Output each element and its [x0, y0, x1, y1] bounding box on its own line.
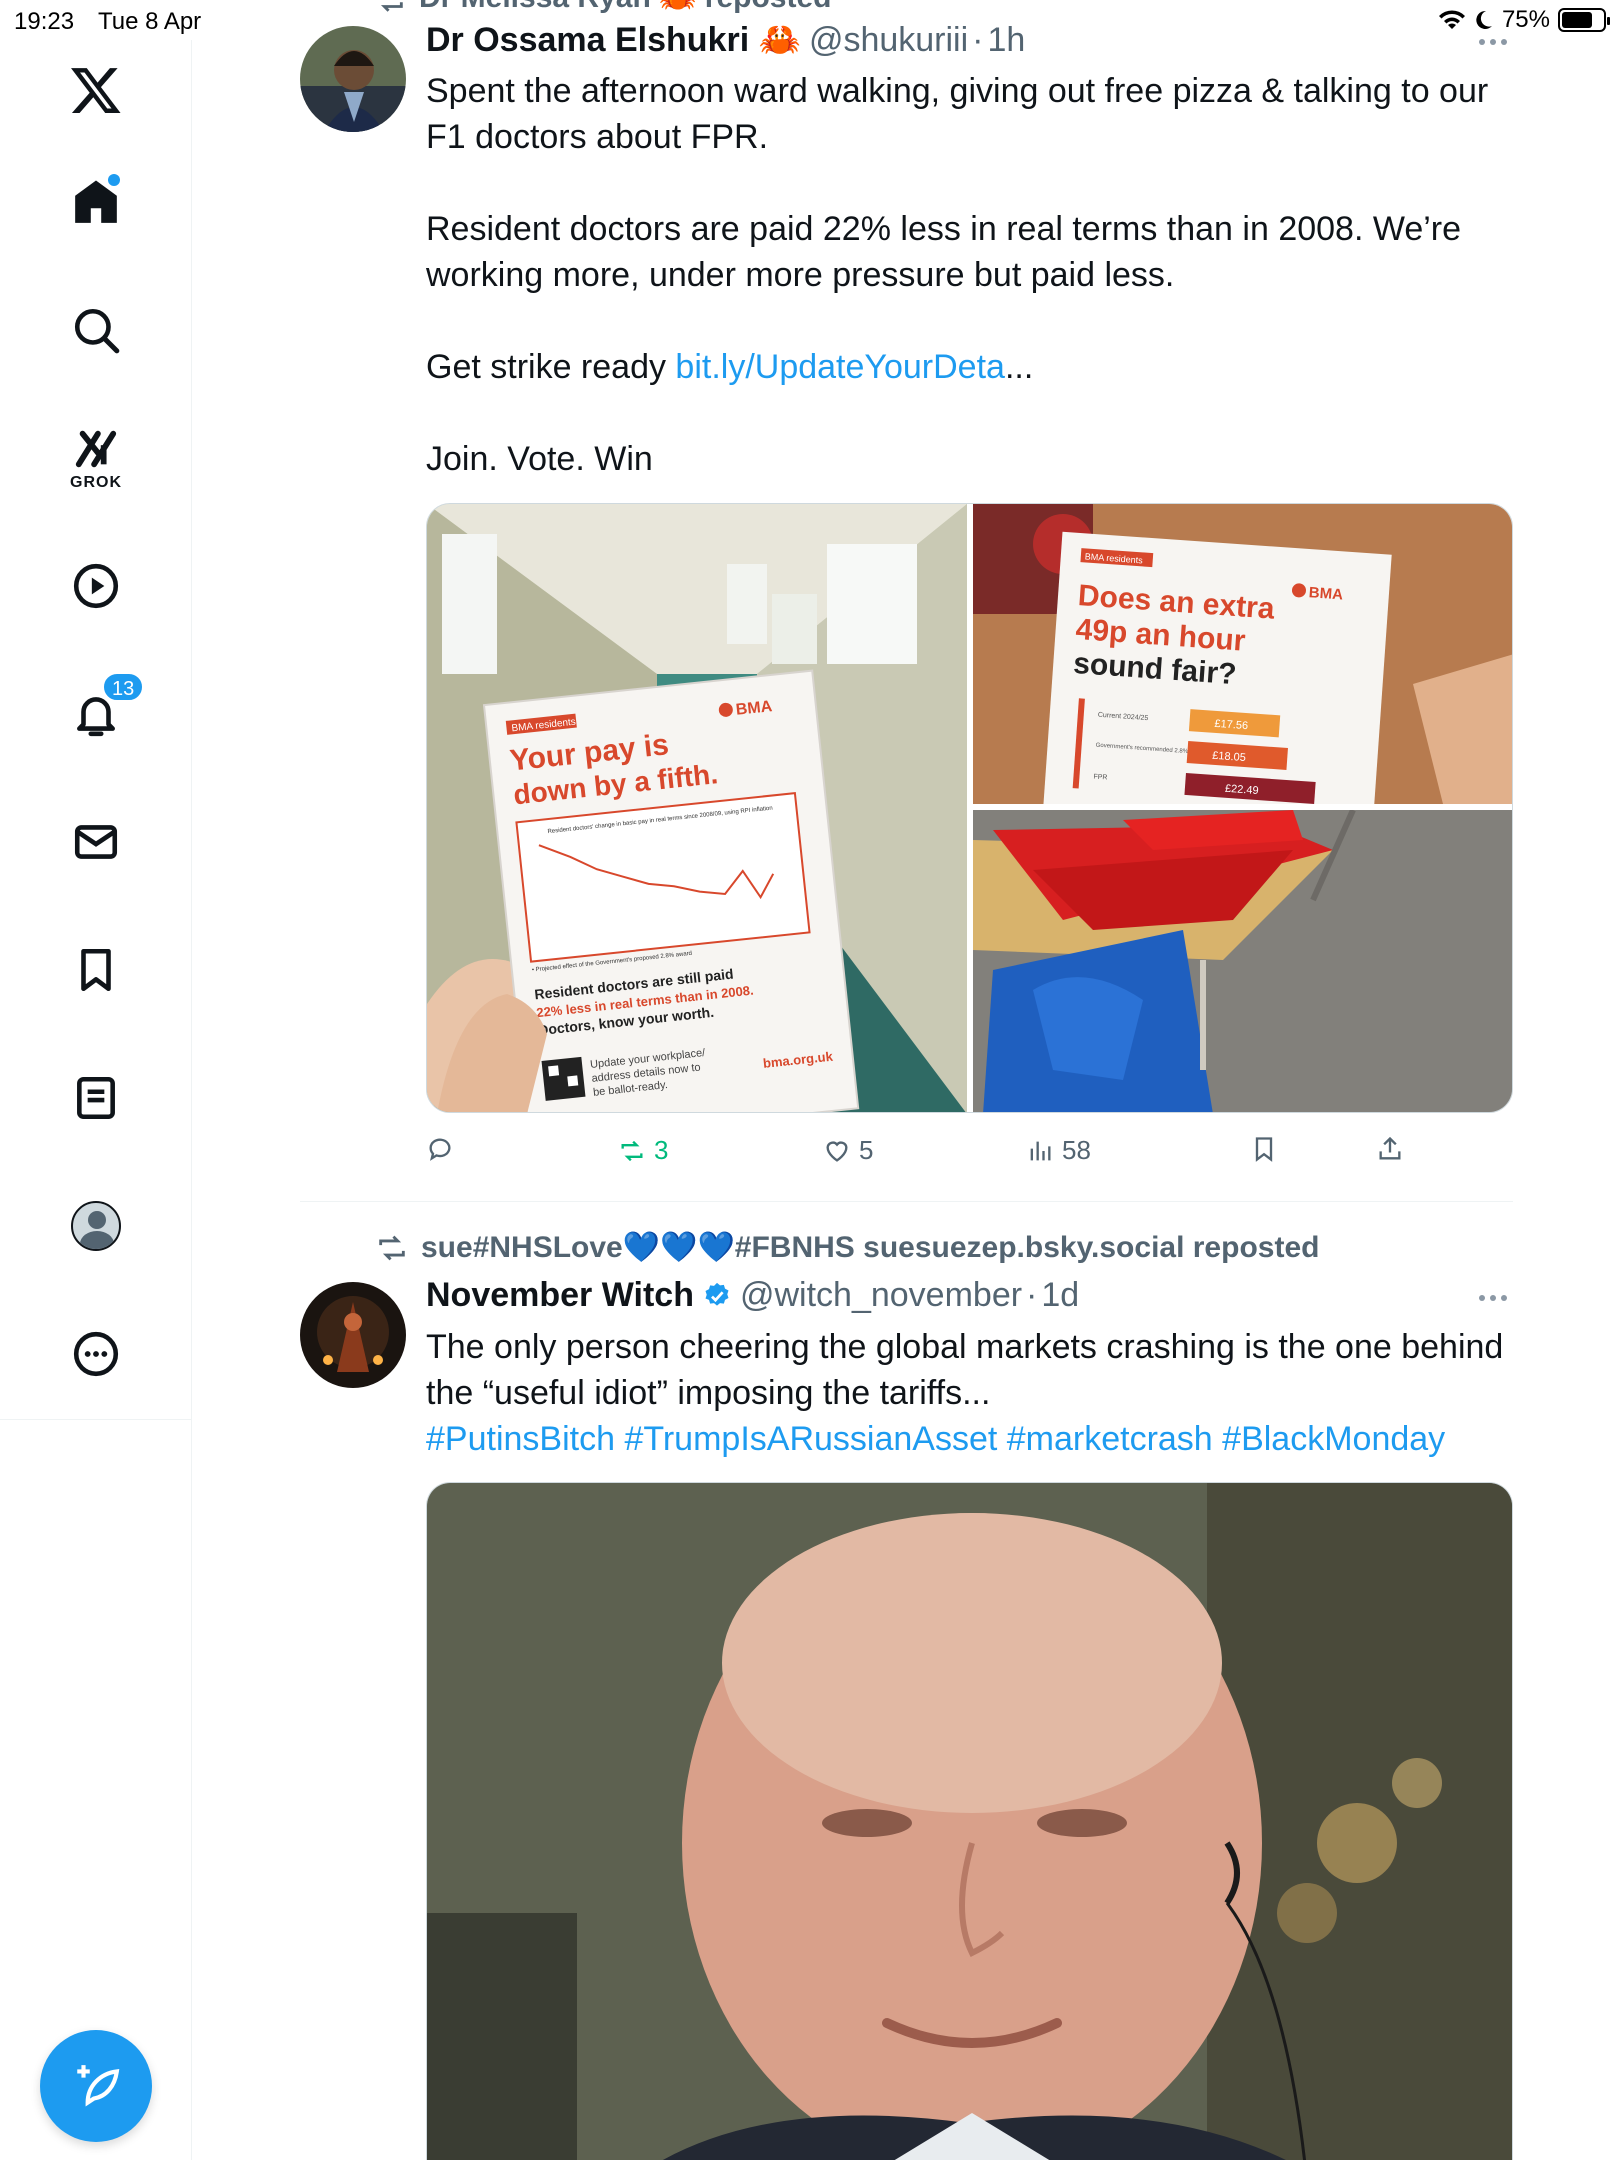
repost-button[interactable]: 3: [618, 1135, 668, 1166]
author-avatar[interactable]: [300, 26, 406, 132]
sidebar-nav: GROK 13: [0, 40, 192, 1420]
share-button[interactable]: [1376, 1135, 1404, 1163]
video-icon[interactable]: [56, 546, 136, 626]
tweet-line: The only person cheering the global mark…: [426, 1328, 1504, 1366]
status-time: 19:23: [14, 8, 75, 35]
profile-icon[interactable]: [56, 1186, 136, 1266]
tweet-line: F1 doctors about FPR.: [426, 118, 769, 156]
author-avatar[interactable]: [300, 1282, 406, 1388]
tweet-more-icon[interactable]: [1479, 32, 1519, 52]
tweet-line: Join. Vote. Win: [426, 440, 653, 478]
heart-icon: [826, 1140, 848, 1162]
author-name[interactable]: Dr Ossama Elshukri 🦀: [426, 20, 801, 60]
tweet-time[interactable]: 1d: [1041, 1276, 1079, 1315]
bookmarks-icon[interactable]: [56, 930, 136, 1010]
bookmark-button[interactable]: [1250, 1135, 1278, 1163]
compose-icon: [77, 2065, 120, 2107]
notifications-icon[interactable]: 13: [56, 672, 145, 754]
tweet-media-grid: BMA residents BMA Your pay is down by a …: [426, 503, 1513, 1113]
notifications-badge: 13: [102, 672, 145, 702]
share-icon: [1379, 1136, 1401, 1160]
flyer-bar-value-3: £22.49: [1225, 783, 1259, 797]
author-handle[interactable]: @witch_november: [740, 1276, 1022, 1315]
views-icon: [1030, 1141, 1051, 1160]
status-date: Tue 8 Apr: [98, 8, 202, 35]
tweet-more-icon[interactable]: [1479, 1288, 1519, 1308]
tweet-header: Dr Ossama Elshukri 🦀 @shukuriii · 1h: [426, 20, 1025, 60]
like-button[interactable]: 5: [823, 1135, 873, 1166]
tweet-line: the “useful idiot” imposing the tariffs.…: [426, 1374, 991, 1412]
feed: Dr Melissa Ryan 🦀 reposted Dr Ossama Els…: [193, 0, 1620, 2160]
author-handle[interactable]: @shukuriii: [809, 21, 968, 60]
tweet-line-with-link: Get strike ready bit.ly/UpdateYourDeta..…: [426, 344, 1516, 390]
tweet-ellipsis: ...: [1004, 348, 1034, 386]
repost-icon: [379, 1235, 405, 1260]
tweet-line: Spent the afternoon ward walking, giving…: [426, 72, 1489, 110]
tweet-media-video[interactable]: [426, 1482, 1513, 2160]
header-separator: ·: [972, 20, 984, 59]
messages-icon[interactable]: [56, 802, 136, 882]
like-count: 5: [859, 1135, 874, 1165]
media-image-portrait: [427, 1483, 1512, 2160]
more-icon[interactable]: [56, 1314, 136, 1394]
tweet-actions: 3 5 58: [426, 1135, 1513, 1175]
tweet-link[interactable]: bit.ly/UpdateYourDeta: [675, 348, 1005, 386]
media-image-pizza[interactable]: [973, 810, 1513, 1113]
header-separator: ·: [1026, 1276, 1038, 1314]
grok-icon[interactable]: GROK: [56, 414, 136, 504]
home-notification-dot: [108, 174, 120, 186]
grok-label: GROK: [70, 474, 122, 491]
home-icon[interactable]: [56, 162, 136, 242]
flyer-bar-value-2: £18.05: [1212, 750, 1246, 764]
tweet-text: The only person cheering the global mark…: [426, 1324, 1516, 1462]
tweet-time[interactable]: 1h: [988, 21, 1026, 60]
flyer-brand: BMA: [1308, 584, 1343, 603]
media-image-flyer[interactable]: BMA residents BMA Does an extra 49p an h…: [973, 504, 1513, 804]
lists-icon[interactable]: [56, 1058, 136, 1138]
compose-button[interactable]: [40, 2030, 152, 2142]
search-icon[interactable]: [56, 290, 136, 370]
sidebar: GROK 13: [0, 40, 192, 2160]
reply-button[interactable]: [426, 1135, 462, 1163]
repost-indicator: Dr Melissa Ryan 🦀 reposted: [373, 0, 832, 15]
repost-indicator: sue#NHSLove💙💙💙#FBNHS suesuezep.bsky.soci…: [375, 1230, 1319, 1265]
reply-icon: [429, 1138, 451, 1161]
x-logo-icon[interactable]: [56, 50, 136, 130]
tweet-text: Spent the afternoon ward walking, giving…: [426, 68, 1516, 482]
flyer-bar-value-1: £17.56: [1214, 718, 1248, 732]
tweet-header: November Witch @witch_november · 1d: [426, 1276, 1079, 1315]
flyer-bar-label-3: FPR: [1093, 774, 1107, 782]
media-image-poster[interactable]: BMA residents BMA Your pay is down by a …: [427, 504, 967, 1113]
views-button[interactable]: 58: [1026, 1135, 1091, 1166]
repost-by: Dr Melissa Ryan 🦀 reposted: [419, 0, 832, 15]
view-count: 58: [1062, 1135, 1091, 1165]
author-name[interactable]: November Witch: [426, 1276, 694, 1315]
repost-icon: [621, 1140, 643, 1161]
tweet-divider: [300, 1201, 1513, 1202]
repost-by: sue#NHSLove💙💙💙#FBNHS suesuezep.bsky.soci…: [421, 1231, 1320, 1264]
verified-badge-icon: [705, 1282, 729, 1306]
tweet-line: working more, under more pressure but pa…: [426, 256, 1175, 294]
tweet-hashtags[interactable]: #PutinsBitch #TrumpIsARussianAsset #mark…: [426, 1416, 1516, 1462]
repost-count: 3: [654, 1135, 669, 1165]
profile-avatar: [71, 1201, 121, 1251]
tweet-text-part: Get strike ready: [426, 348, 676, 386]
tweet-line: Resident doctors are paid 22% less in re…: [426, 210, 1462, 248]
bookmark-icon: [1255, 1137, 1273, 1162]
repost-icon: [380, 1, 403, 12]
